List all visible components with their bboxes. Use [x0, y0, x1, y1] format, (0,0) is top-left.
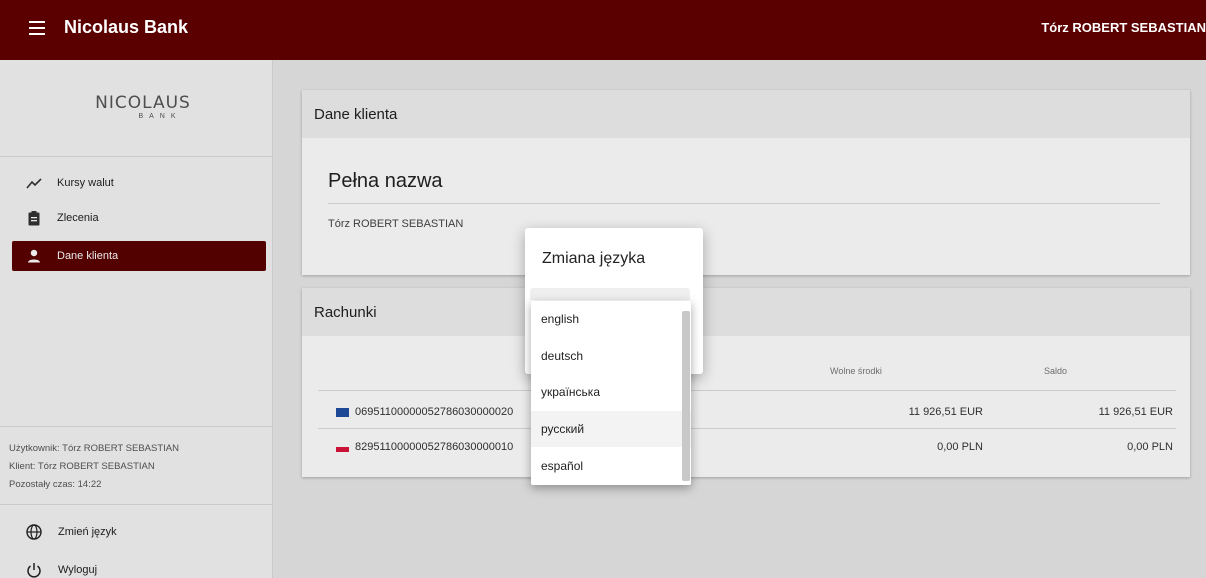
language-dropdown: english deutsch українська русский españ…: [531, 301, 691, 485]
dropdown-scrollbar[interactable]: [682, 311, 690, 481]
language-option-deutsch[interactable]: deutsch: [531, 338, 691, 375]
menu-icon[interactable]: [29, 21, 45, 35]
dialog-title: Zmiana języka: [542, 250, 646, 267]
language-option-spanish[interactable]: español: [531, 447, 691, 484]
top-app-bar: Nicolaus Bank Tórz ROBERT SEBASTIAN: [0, 0, 1206, 60]
app-title: Nicolaus Bank: [64, 17, 189, 37]
language-option-russian[interactable]: русский: [531, 410, 691, 448]
language-option-english[interactable]: english: [531, 301, 691, 338]
header-user-name: Tórz ROBERT SEBASTIAN: [1041, 20, 1206, 35]
language-option-ukrainian[interactable]: українська: [531, 374, 691, 411]
language-select[interactable]: [530, 288, 690, 300]
